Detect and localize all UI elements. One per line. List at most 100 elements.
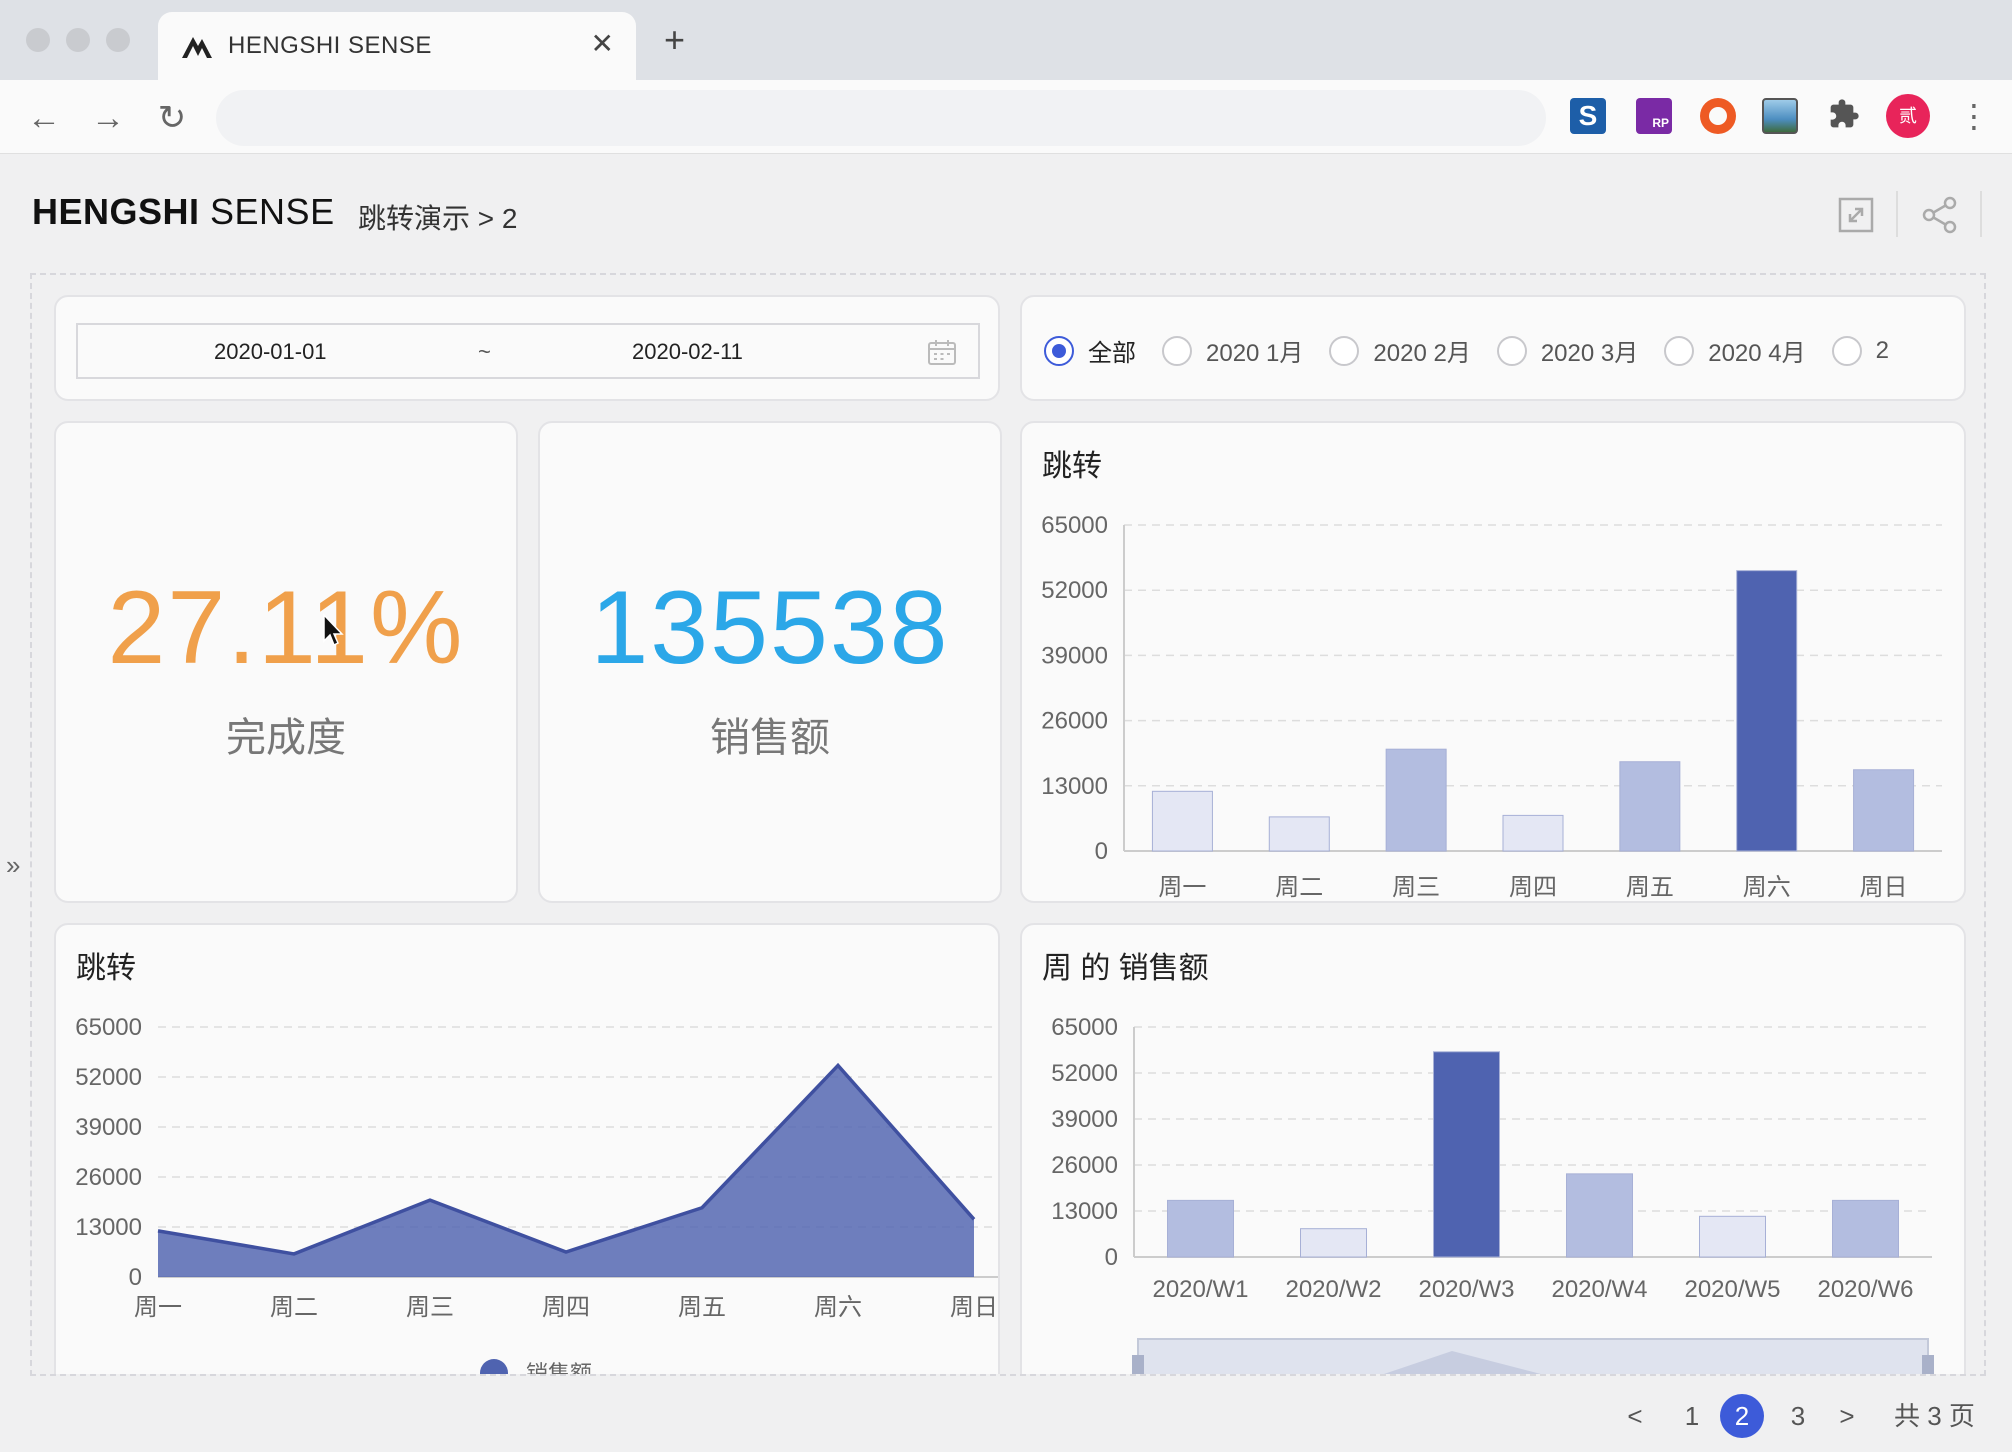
bar [1619,761,1681,852]
pagination-page-1[interactable]: 1 [1670,1394,1714,1438]
month-radio-2[interactable]: 2020 2月 [1329,333,1471,368]
x-tick-label: 周四 [1509,874,1557,901]
x-tick-label: 2020/W2 [1285,1276,1381,1303]
calendar-icon[interactable] [928,339,956,365]
x-tick-label: 周五 [678,1294,726,1321]
pagination-next-button[interactable]: > [1832,1394,1862,1438]
kpi-completion-value: 27.11% [107,570,465,686]
x-tick-label: 周三 [406,1294,454,1321]
y-tick-label: 13000 [1051,1198,1118,1225]
y-tick-label: 52000 [75,1064,142,1091]
y-tick-label: 26000 [1041,708,1108,735]
x-tick-label: 周日 [1860,874,1908,901]
weekday-bar-chart[interactable]: 0 13000 26000 39000 52000 65000 周一 周二 周三 周四 周五 周六 周日 [1022,423,1966,903]
month-radio-3[interactable]: 2020 3月 [1496,333,1639,368]
hengshi-logo-icon [182,37,212,58]
address-bar[interactable] [216,90,1546,146]
y-tick-label: 26000 [1051,1152,1118,1179]
window-close-button[interactable] [26,28,50,52]
browser-toolbar: ← → ↻ S RP 贰 ⋮ [0,80,2012,154]
radio-circle-icon[interactable] [1496,335,1527,366]
back-arrow-icon[interactable]: ← [24,98,64,138]
tab-title: HENGSHI SENSE [228,32,432,59]
extensions-puzzle-icon[interactable] [1826,98,1862,134]
header-separator [1980,191,1982,237]
x-tick-label: 周二 [270,1294,318,1321]
extension-rp-icon[interactable]: RP [1636,98,1672,134]
month-filter-card: 全部 2020 1月 2020 2月 2020 3月 2020 4月 2 [1020,295,1966,401]
date-separator: ~ [478,339,491,364]
radio-circle-icon[interactable] [1664,335,1695,366]
weekday-bar-chart-card: 跳转 0 13000 26000 39000 52000 65000 周一 周二 周三 周四 周五周… [1020,421,1966,903]
radio-circle-icon[interactable] [1329,335,1360,366]
weekly-bar-chart-card: 周 的 销售额 0 13000 26000 39000 52000 65000 2020/W… [1020,923,1966,1376]
kpi-completion-card: 27.11% 完成度 [54,421,518,903]
radio-label: 2020 1月 [1206,340,1304,367]
extension-s-icon[interactable]: S [1570,98,1606,134]
header-separator [1896,191,1898,237]
window-minimize-button[interactable] [66,28,90,52]
share-icon[interactable] [1920,195,1960,235]
window-zoom-button[interactable] [106,28,130,52]
date-start-value[interactable]: 2020-01-01 [214,339,327,365]
x-tick-label: 周三 [1392,874,1440,901]
x-tick-label: 2020/W6 [1817,1276,1913,1303]
weekly-bar-chart[interactable]: 0 13000 26000 39000 52000 65000 2020/W1 2020/W2… [1022,925,1966,1376]
brand-logo: HENGSHI SENSE [32,191,335,232]
forward-arrow-icon[interactable]: → [88,98,128,138]
y-tick-label: 52000 [1041,577,1108,604]
radio-circle-icon[interactable] [1162,335,1192,366]
pagination-page-2[interactable]: 2 [1720,1394,1764,1438]
x-tick-label: 周六 [1743,874,1791,901]
bar [1832,1199,1899,1258]
y-tick-label: 0 [1105,1244,1118,1271]
x-tick-label: 2020/W1 [1152,1276,1248,1303]
radio-label: 全部 [1088,340,1136,367]
browser-tab[interactable]: HENGSHI SENSE ✕ [158,12,636,80]
month-radio-1[interactable]: 2020 1月 [1162,333,1303,368]
month-radio-group: 全部 2020 1月 2020 2月 2020 3月 2020 4月 2 [1044,333,1915,368]
extension-image-icon[interactable] [1762,98,1798,134]
x-tick-label: 2020/W3 [1418,1276,1514,1303]
date-end-value[interactable]: 2020-02-11 [632,339,743,365]
app-header: HENGSHI SENSE 跳转演示 > 2 [0,155,2012,273]
data-zoom-slider [1137,1338,1929,1374]
radio-label: 2 [1875,336,1889,364]
radio-circle-icon[interactable] [1831,335,1862,366]
radio-label: 2020 3月 [1540,340,1639,367]
pagination-page-3[interactable]: 3 [1776,1394,1820,1438]
fullscreen-icon[interactable] [1836,195,1876,235]
weekday-area-chart[interactable]: 0 13000 26000 39000 52000 65000 周一 周二 周三 周四 周五 周六 周日… [56,925,1000,1376]
date-filter-card: 2020-01-01 ~ 2020-02-11 [54,295,1000,401]
y-tick-label: 13000 [1041,773,1108,800]
month-radio-5[interactable]: 2 [1831,335,1889,366]
x-tick-label: 周日 [950,1294,998,1321]
month-radio-0[interactable]: 全部 [1044,333,1136,368]
y-tick-label: 65000 [1041,512,1108,539]
browser-menu-icon[interactable]: ⋮ [1958,94,1990,138]
bar [1433,1051,1500,1258]
data-zoom-handle-left [1132,1355,1144,1374]
date-range-picker[interactable]: 2020-01-01 ~ 2020-02-11 [76,323,980,379]
month-radio-4[interactable]: 2020 4月 [1664,333,1806,368]
bar [1699,1215,1766,1258]
y-tick-label: 39000 [1041,642,1108,669]
x-tick-label: 周四 [542,1294,590,1321]
sidebar-toggle-icon[interactable]: » [6,850,20,881]
kpi-sales-label: 销售额 [710,716,830,760]
pagination-total: 共 3 页 [1894,1401,1975,1431]
bar [1853,769,1915,852]
area-fill [158,1065,974,1277]
pagination-prev-button[interactable]: < [1620,1394,1650,1438]
tab-close-icon[interactable]: ✕ [591,30,614,58]
y-tick-label: 26000 [75,1164,142,1191]
new-tab-button[interactable]: + [664,22,685,58]
y-tick-label: 13000 [75,1214,142,1241]
extension-lifebuoy-icon[interactable] [1700,98,1736,134]
radio-circle-icon[interactable] [1044,335,1074,366]
profile-avatar[interactable]: 贰 [1886,94,1930,138]
bar [1300,1228,1367,1258]
reload-icon[interactable]: ↻ [152,98,192,138]
dashboard-canvas: 2020-01-01 ~ 2020-02-11 全部 2020 1月 2020 2月… [30,273,1986,1376]
y-tick-label: 65000 [75,1014,142,1041]
